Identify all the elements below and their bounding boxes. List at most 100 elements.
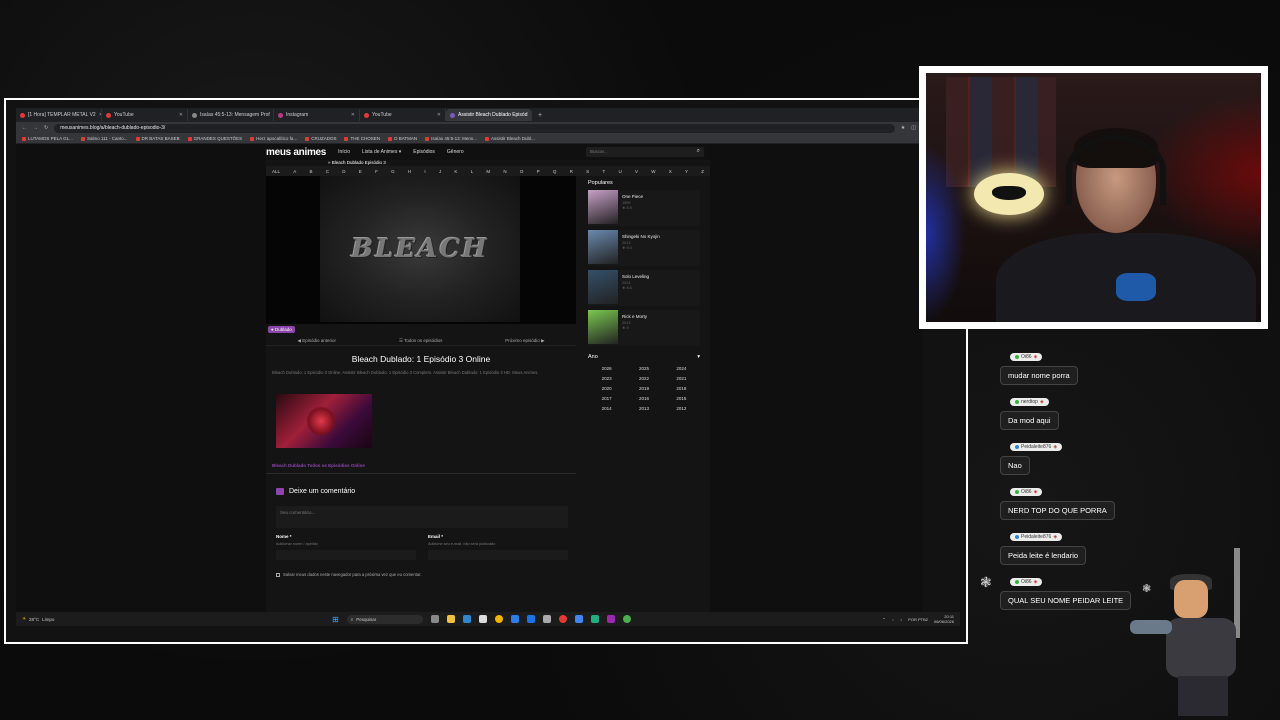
alphabet-letter[interactable]: X bbox=[669, 169, 672, 174]
chat-username-badge[interactable]: Oi86 ◈ bbox=[1010, 578, 1043, 586]
year-option[interactable]: 2026 bbox=[588, 366, 625, 371]
popular-cover[interactable] bbox=[588, 310, 618, 344]
bookmark-item[interactable]: GRANDES QUESTÕES bbox=[187, 136, 242, 141]
taskbar-search[interactable]: ⌕ Pesquisar bbox=[346, 614, 423, 624]
year-option[interactable]: 2022 bbox=[625, 376, 662, 381]
alphabet-letter[interactable]: Z bbox=[701, 169, 704, 174]
sheets-icon[interactable] bbox=[590, 615, 599, 623]
browser-tab[interactable]: Instagram ✕ bbox=[274, 109, 360, 121]
close-icon[interactable]: ✕ bbox=[437, 112, 441, 118]
url-field[interactable]: meusanimes.blog/a/bleach-dublado-episodi… bbox=[54, 123, 895, 133]
site-search-input[interactable]: Buscar... ⌕ bbox=[586, 147, 704, 157]
prev-episode-button[interactable]: ◀ Episódio anterior bbox=[297, 338, 336, 344]
popular-item[interactable]: Solo Leveling 2024 ★ 8.5 bbox=[588, 270, 700, 306]
vscode-icon[interactable] bbox=[510, 615, 519, 623]
alphabet-letter[interactable]: D bbox=[342, 169, 345, 174]
reload-icon[interactable]: ↻ bbox=[44, 125, 48, 131]
steam-icon[interactable] bbox=[574, 615, 583, 623]
obs-icon[interactable] bbox=[558, 615, 567, 623]
close-icon[interactable]: ✕ bbox=[179, 112, 183, 118]
nav-inicio[interactable]: Início bbox=[338, 149, 350, 155]
browser-tab[interactable]: Isaías 45:5-13: Mensagem Prof✕ bbox=[188, 109, 274, 121]
alphabet-letter[interactable]: S bbox=[586, 169, 589, 174]
year-option[interactable]: 2023 bbox=[588, 376, 625, 381]
year-option[interactable]: 2014 bbox=[588, 406, 625, 411]
photoshop-icon[interactable] bbox=[526, 615, 535, 623]
bookmark-item[interactable]: CRUZADOS bbox=[305, 136, 336, 141]
bookmark-item[interactable]: LUTAMOS PELA GL... bbox=[22, 136, 73, 141]
alphabet-letter[interactable]: C bbox=[326, 169, 329, 174]
bookmark-item[interactable]: O BATMAN bbox=[387, 136, 417, 141]
alphabet-letter[interactable]: B bbox=[310, 169, 313, 174]
bookmark-item[interactable]: THE CHOSEN bbox=[344, 136, 380, 141]
popular-title[interactable]: One Piece bbox=[622, 194, 643, 199]
bookmark-item[interactable]: Salmo 111 - Canto... bbox=[80, 136, 128, 141]
chat-username-badge[interactable]: Oi86 ◈ bbox=[1010, 353, 1043, 361]
alphabet-letter[interactable]: O bbox=[520, 169, 524, 174]
alphabet-letter[interactable]: Q bbox=[553, 169, 557, 174]
popular-cover[interactable] bbox=[588, 190, 618, 224]
popular-title[interactable]: Shingeki No Kyojin bbox=[622, 234, 660, 239]
next-episode-button[interactable]: Próximo episódio ▶ bbox=[505, 338, 544, 344]
clock[interactable]: 20:11 06/06/2026 bbox=[934, 614, 954, 624]
anime-thumbnail[interactable] bbox=[276, 394, 372, 448]
year-option[interactable]: 2018 bbox=[663, 386, 700, 391]
browser-tab[interactable]: YouTube ✕ bbox=[102, 109, 188, 121]
premiere-icon[interactable] bbox=[606, 615, 615, 623]
alphabet-letter[interactable]: M bbox=[486, 169, 490, 174]
alphabet-letter[interactable]: F bbox=[375, 169, 378, 174]
language-indicator[interactable]: POR PTB2 bbox=[908, 617, 928, 622]
year-option[interactable]: 2017 bbox=[588, 396, 625, 401]
bookmark-item[interactable]: Assistir Bleach Dubl... bbox=[484, 136, 535, 141]
extensions-icon[interactable]: ◫ bbox=[911, 125, 916, 131]
bookmark-item[interactable]: Herz apocalítico fa... bbox=[250, 136, 297, 141]
settings-icon[interactable] bbox=[542, 615, 551, 623]
alphabet-letter[interactable]: E bbox=[359, 169, 362, 174]
search-icon[interactable]: ⌕ bbox=[697, 148, 700, 155]
windows-start-icon[interactable]: ⊞ bbox=[332, 615, 339, 624]
popular-item[interactable]: Rick e Morty 2013 ★ 9 bbox=[588, 310, 700, 346]
bookmark-star-icon[interactable]: ★ bbox=[901, 125, 905, 131]
browser-tab[interactable]: YouTube ✕ bbox=[360, 109, 446, 121]
alphabet-letter[interactable]: T bbox=[602, 169, 605, 174]
volume-icon[interactable]: ♪ bbox=[900, 617, 902, 622]
nav-genero[interactable]: Gênero bbox=[447, 149, 464, 155]
year-option[interactable]: 2012 bbox=[663, 406, 700, 411]
weather-widget[interactable]: ☀ 28°C Limpo bbox=[22, 616, 332, 622]
alphabet-letter[interactable]: N bbox=[503, 169, 506, 174]
comment-textarea[interactable]: Seu comentário... bbox=[276, 506, 568, 528]
mail-icon[interactable] bbox=[462, 615, 471, 623]
all-episodes-button[interactable]: ☰ Todos os episódios bbox=[399, 338, 443, 344]
file-explorer-icon[interactable] bbox=[446, 615, 455, 623]
alphabet-letter[interactable]: I bbox=[424, 169, 425, 174]
popular-cover[interactable] bbox=[588, 230, 618, 264]
popular-cover[interactable] bbox=[588, 270, 618, 304]
alphabet-letter[interactable]: G bbox=[391, 169, 395, 174]
task-view-icon[interactable] bbox=[430, 615, 439, 623]
popular-item[interactable]: One Piece 1999 ★ 8.9 bbox=[588, 190, 700, 226]
back-icon[interactable]: ← bbox=[22, 125, 27, 131]
popular-item[interactable]: Shingeki No Kyojin 2013 ★ 9.0 bbox=[588, 230, 700, 266]
store-icon[interactable] bbox=[478, 615, 487, 623]
bookmark-item[interactable]: DR BATAS BASEB bbox=[135, 136, 180, 141]
chrome-icon[interactable] bbox=[494, 615, 503, 623]
email-field[interactable] bbox=[428, 550, 568, 560]
alphabet-letter[interactable]: W bbox=[651, 169, 655, 174]
browser-tab[interactable]: Assistir Bleach Dublado Episód✕ bbox=[446, 109, 532, 121]
year-option[interactable]: 2016 bbox=[625, 396, 662, 401]
year-option[interactable]: 2024 bbox=[663, 366, 700, 371]
chrome-profile-icon[interactable] bbox=[622, 615, 631, 623]
popular-title[interactable]: Rick e Morty bbox=[622, 314, 647, 319]
player-poster[interactable]: BLEACH bbox=[320, 176, 520, 322]
chat-username-badge[interactable]: Peidaleite876 ◈ bbox=[1010, 533, 1063, 541]
chat-username-badge[interactable]: Peidaleite876 ◈ bbox=[1010, 443, 1063, 451]
year-option[interactable]: 2020 bbox=[588, 386, 625, 391]
alphabet-letter[interactable]: P bbox=[537, 169, 540, 174]
forward-icon[interactable]: → bbox=[33, 125, 38, 131]
alphabet-letter[interactable]: J bbox=[439, 169, 441, 174]
close-icon[interactable]: ✕ bbox=[351, 112, 355, 118]
alphabet-letter[interactable]: L bbox=[471, 169, 474, 174]
alphabet-letter[interactable]: U bbox=[618, 169, 621, 174]
year-option[interactable]: 2019 bbox=[625, 386, 662, 391]
nav-episodios[interactable]: Episódios bbox=[413, 149, 435, 155]
